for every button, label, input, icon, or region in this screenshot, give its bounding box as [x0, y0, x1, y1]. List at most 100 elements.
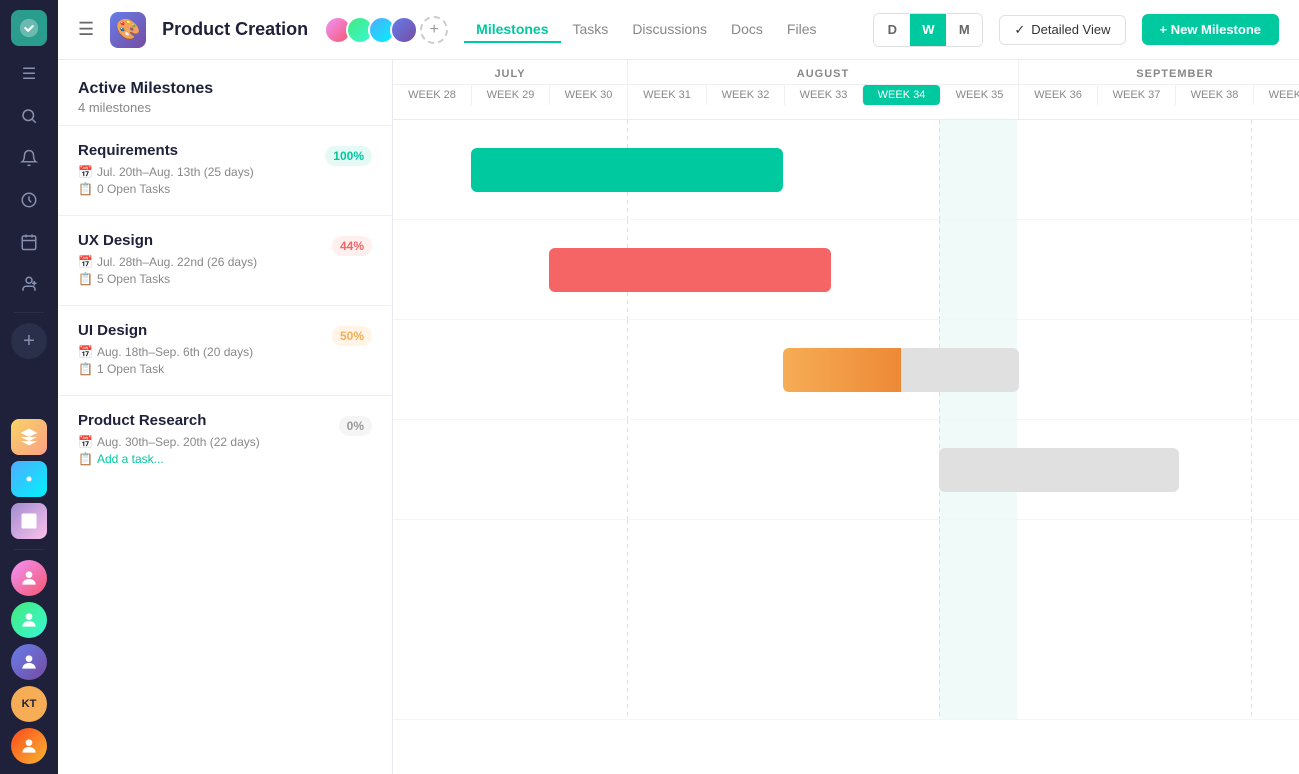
milestone-badge-research: 0% [339, 416, 372, 436]
project-avatar-1[interactable] [11, 419, 47, 455]
user-avatar-4[interactable] [11, 728, 47, 764]
hamburger-icon[interactable]: ☰ [11, 56, 47, 92]
bar-requirements[interactable] [471, 148, 783, 192]
week-35[interactable]: WEEK 35 [940, 85, 1018, 105]
gridline-r5-3 [1251, 520, 1252, 719]
left-panel: Active Milestones 4 milestones Requireme… [58, 60, 393, 774]
gantt-row-uxdesign [393, 220, 1299, 320]
project-name: Product Creation [162, 19, 308, 40]
milestone-item-research: Product Research 📅 Aug. 30th–Sep. 20th (… [58, 395, 392, 485]
calendar-icon-sm: 📅 [78, 165, 93, 179]
week-32[interactable]: WEEK 32 [706, 85, 784, 105]
bar-uidesign-done[interactable] [783, 348, 901, 392]
sidebar: ☰ + [0, 0, 58, 774]
checkmark-icon: ✓ [1014, 22, 1025, 38]
month-september: SEPTEMBER WEEK 36 WEEK 37 WEEK 38 WEEK 3… [1019, 60, 1299, 119]
milestone-tasks-uxdesign: 📋 5 Open Tasks [78, 272, 372, 286]
week-37[interactable]: WEEK 37 [1097, 85, 1175, 105]
tab-files[interactable]: Files [775, 17, 829, 43]
week-34[interactable]: WEEK 34 [862, 85, 940, 105]
header-avatar-4[interactable] [390, 16, 418, 44]
gantt-row-uidesign [393, 320, 1299, 420]
milestone-badge-requirements: 100% [325, 146, 372, 166]
milestone-date-research: 📅 Aug. 30th–Sep. 20th (22 days) [78, 435, 372, 449]
tab-docs[interactable]: Docs [719, 17, 775, 43]
gridline-r2-2 [939, 220, 940, 319]
sidebar-divider [14, 312, 44, 313]
week-30[interactable]: WEEK 30 [549, 85, 627, 105]
gantt-row-requirements [393, 120, 1299, 220]
gridline-r4-1 [627, 420, 628, 519]
project-avatar-2[interactable] [11, 461, 47, 497]
gridline-r5-1 [627, 520, 628, 719]
milestone-name-uxdesign: UX Design [78, 232, 372, 249]
gridline-r1-3 [1251, 120, 1252, 219]
milestone-badge-uidesign: 50% [332, 326, 372, 346]
main-content: ☰ 🎨 Product Creation + Milestones Tasks … [58, 0, 1299, 774]
calendar-icon[interactable] [11, 224, 47, 260]
gridline-r4-3 [1251, 420, 1252, 519]
week-view-button[interactable]: W [910, 14, 946, 46]
add-member-button[interactable]: + [420, 16, 448, 44]
highlight-w34-r1 [939, 120, 1017, 219]
tasks-icon-sm-4: 📋 [78, 452, 93, 466]
milestone-date-uxdesign: 📅 Jul. 28th–Aug. 22nd (26 days) [78, 255, 372, 269]
left-panel-header: Active Milestones 4 milestones [58, 60, 392, 125]
clock-icon[interactable] [11, 182, 47, 218]
milestone-tasks-requirements: 📋 0 Open Tasks [78, 182, 372, 196]
gantt-body [393, 120, 1299, 720]
milestone-date-uidesign: 📅 Aug. 18th–Sep. 6th (20 days) [78, 345, 372, 359]
menu-icon[interactable]: ☰ [78, 19, 94, 40]
month-label-august: AUGUST [628, 60, 1018, 85]
bar-research[interactable] [939, 448, 1179, 492]
day-view-button[interactable]: D [874, 14, 910, 46]
detailed-view-button[interactable]: ✓ Detailed View [999, 15, 1125, 45]
active-milestones-title: Active Milestones [78, 80, 372, 98]
tab-tasks[interactable]: Tasks [561, 17, 621, 43]
september-weeks: WEEK 36 WEEK 37 WEEK 38 WEEK 39 [1019, 85, 1299, 105]
milestone-tasks-uidesign: 📋 1 Open Task [78, 362, 372, 376]
calendar-icon-sm-3: 📅 [78, 345, 93, 359]
week-38[interactable]: WEEK 38 [1175, 85, 1253, 105]
bar-uxdesign[interactable] [549, 248, 831, 292]
week-31[interactable]: WEEK 31 [628, 85, 706, 105]
tasks-icon-sm-3: 📋 [78, 362, 93, 376]
milestone-date-requirements: 📅 Jul. 20th–Aug. 13th (25 days) [78, 165, 372, 179]
week-36[interactable]: WEEK 36 [1019, 85, 1097, 105]
add-button[interactable]: + [11, 323, 47, 359]
highlight-w34-r5 [939, 520, 1017, 719]
month-label-september: SEPTEMBER [1019, 60, 1299, 85]
month-view-button[interactable]: M [946, 14, 982, 46]
search-icon[interactable] [11, 98, 47, 134]
week-33[interactable]: WEEK 33 [784, 85, 862, 105]
milestone-addtask-research[interactable]: 📋 Add a task... [78, 452, 372, 466]
gantt-row-research [393, 420, 1299, 520]
tab-discussions[interactable]: Discussions [620, 17, 719, 43]
gridline-r5-2 [939, 520, 940, 719]
project-avatar-3[interactable] [11, 503, 47, 539]
milestone-item-requirements: Requirements 📅 Jul. 20th–Aug. 13th (25 d… [58, 125, 392, 215]
kt-avatar[interactable]: KT [11, 686, 47, 722]
gridline-r1-2 [939, 120, 940, 219]
sidebar-divider-2 [14, 549, 44, 550]
milestones-count: 4 milestones [78, 100, 372, 115]
week-39[interactable]: WEEK 39 [1253, 85, 1299, 105]
tab-milestones[interactable]: Milestones [464, 17, 560, 43]
user-avatar-2[interactable] [11, 602, 47, 638]
sidebar-logo[interactable] [11, 10, 47, 46]
new-milestone-button[interactable]: + New Milestone [1142, 14, 1280, 45]
user-avatar-1[interactable] [11, 560, 47, 596]
milestone-badge-uxdesign: 44% [332, 236, 372, 256]
add-user-icon[interactable] [11, 266, 47, 302]
gridline-r2-3 [1251, 220, 1252, 319]
week-29[interactable]: WEEK 29 [471, 85, 549, 105]
milestone-name-uidesign: UI Design [78, 322, 372, 339]
user-avatar-3[interactable] [11, 644, 47, 680]
milestone-item-uidesign: UI Design 📅 Aug. 18th–Sep. 6th (20 days)… [58, 305, 392, 395]
milestone-name-research: Product Research [78, 412, 372, 429]
sidebar-bottom: KT [11, 419, 47, 764]
bar-uidesign-remaining[interactable] [901, 348, 1019, 392]
week-28[interactable]: WEEK 28 [393, 85, 471, 105]
july-weeks: WEEK 28 WEEK 29 WEEK 30 [393, 85, 627, 105]
bell-icon[interactable] [11, 140, 47, 176]
